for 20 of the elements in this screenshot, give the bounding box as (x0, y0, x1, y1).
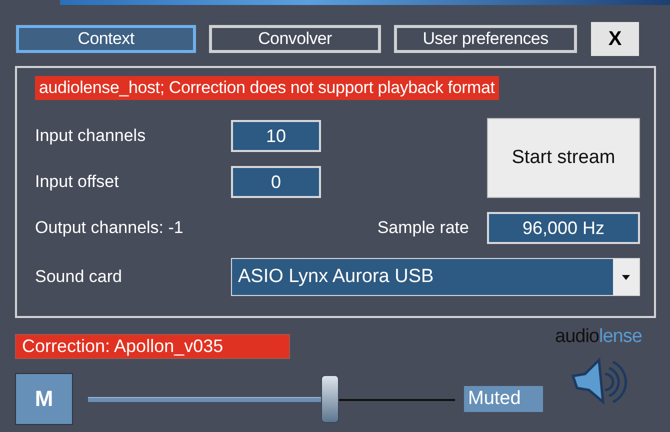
close-button[interactable]: X (591, 22, 639, 56)
sample-rate-field[interactable]: 96,000 Hz (487, 212, 640, 244)
tab[interactable]: User preferences (394, 25, 577, 53)
sound-card-dropdown[interactable]: ASIO Lynx Aurora USB (231, 258, 640, 296)
slider-thumb[interactable] (321, 375, 340, 423)
error-message: audiolense_host; Correction does not support playback format (35, 76, 499, 100)
tab[interactable]: Convolver (209, 25, 381, 53)
sound-card-label: Sound card (35, 267, 123, 287)
tab[interactable]: Context (16, 25, 196, 53)
correction-label: Correction: Apollon_v035 (15, 334, 290, 359)
volume-reading: Muted (464, 386, 543, 412)
caret-icon (622, 274, 630, 280)
logo: audiolense (555, 326, 642, 348)
sample-rate-label: Sample rate (377, 218, 469, 238)
input-offset-label: Input offset (35, 172, 120, 192)
start-stream-button[interactable]: Start stream (487, 118, 640, 198)
output-channels-text: Output channels: -1 (35, 218, 184, 238)
input-channels-label: Input channels (35, 126, 147, 146)
input-offset-field[interactable]: 0 (231, 166, 321, 198)
input-channels-field[interactable]: 10 (231, 120, 321, 152)
